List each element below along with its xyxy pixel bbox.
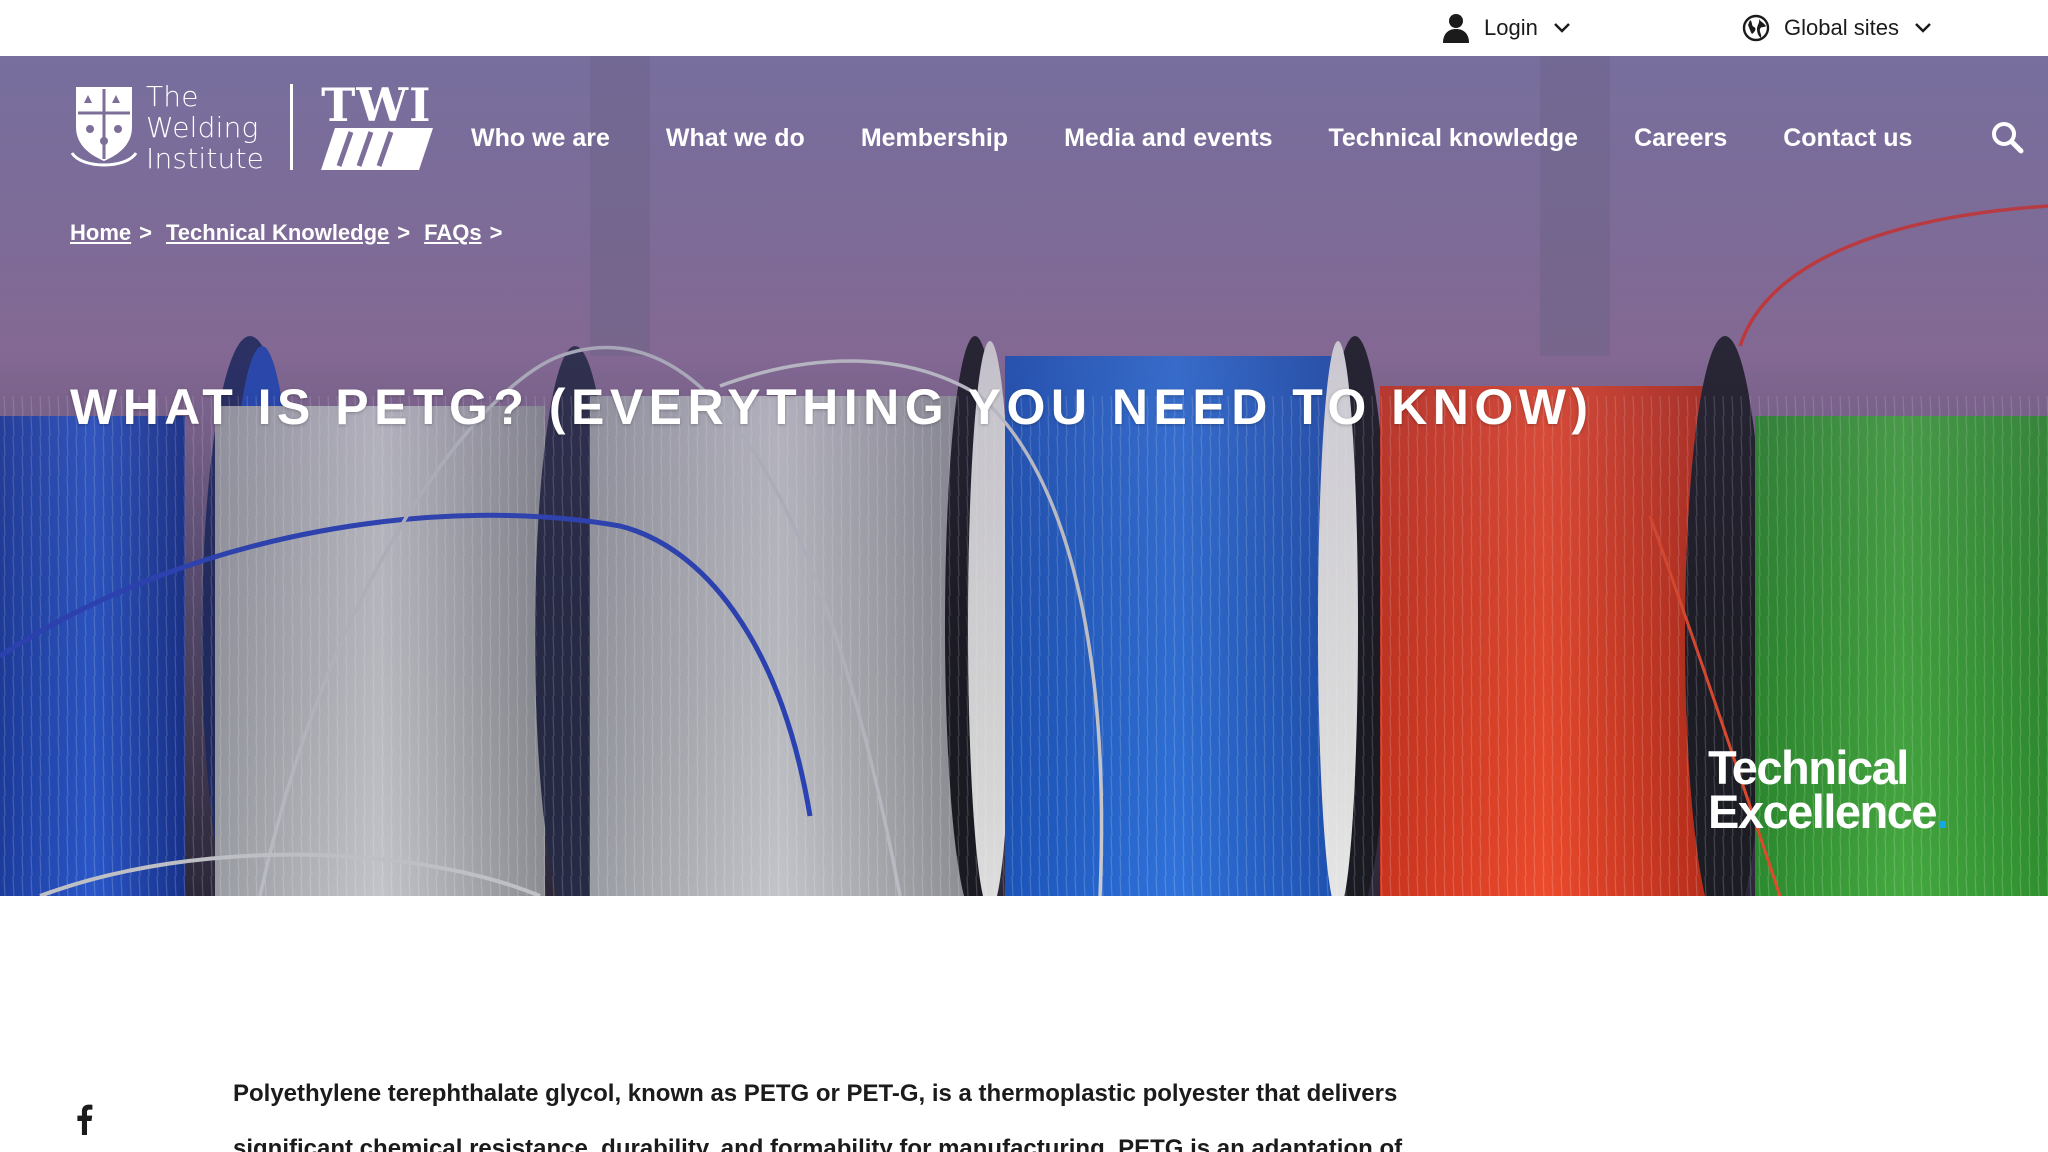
breadcrumb-faqs[interactable]: FAQs [424,220,481,246]
global-sites-label: Global sites [1784,15,1899,40]
nav-item-careers[interactable]: Careers [1634,124,1727,153]
logo-line: Welding [146,110,259,144]
login-label: Login [1484,15,1538,40]
logo-line: Institute [146,141,265,175]
user-icon [1442,13,1470,43]
badge-line-2: Excellence. [1708,788,1949,835]
article-intro: Polyethylene terephthalate glycol, known… [233,1080,1403,1152]
nav-item-membership[interactable]: Membership [861,124,1008,153]
nav-item-media-and-events[interactable]: Media and events [1064,124,1272,153]
utility-bar: Login Global sites [0,0,2048,56]
hero-banner: The Welding Institute TWI Who we are Wha… [0,56,2048,896]
facebook-share-button[interactable] [74,1103,94,1135]
logo-divider [290,84,294,170]
breadcrumb-home[interactable]: Home [70,220,131,246]
nav-item-who-we-are[interactable]: Who we are [471,124,610,153]
nav-item-contact-us[interactable]: Contact us [1783,124,1912,153]
logo-wordmark: The Welding Institute [146,81,264,174]
badge-line: Technical [1708,741,1909,794]
badge-dot: . [1936,785,1949,838]
search-button[interactable] [1990,120,2024,154]
logo-line: The [146,79,199,113]
breadcrumb-technical-knowledge[interactable]: Technical Knowledge [166,220,389,246]
page-title: What is PETG? (Everything You Need To Kn… [70,379,1594,435]
nav-item-technical-knowledge[interactable]: Technical knowledge [1328,124,1578,153]
nav-item-what-we-do[interactable]: What we do [666,124,805,153]
global-sites-menu[interactable]: Global sites [1742,0,1933,56]
twi-wordmark: TWI [321,78,432,132]
technical-excellence-badge: Technical Excellence. [1708,741,1949,835]
globe-icon [1742,14,1770,42]
chevron-down-icon [1913,22,1933,34]
breadcrumb: Home > Technical Knowledge > FAQs > [70,220,516,246]
twi-stripes-icon [321,128,434,170]
twi-logo[interactable]: The Welding Institute TWI [70,78,434,174]
breadcrumb-separator: > [489,220,503,245]
facebook-icon [77,1104,93,1135]
breadcrumb-separator: > [397,220,411,245]
badge-line: Excellence [1708,785,1938,838]
twi-brand: TWI [321,78,434,170]
breadcrumb-separator: > [139,220,152,245]
search-icon [1992,122,2024,154]
crest-icon [70,87,138,167]
login-menu[interactable]: Login [1442,0,1572,56]
main-nav: Who we are What we do Membership Media a… [471,124,1912,153]
chevron-down-icon [1552,22,1572,34]
